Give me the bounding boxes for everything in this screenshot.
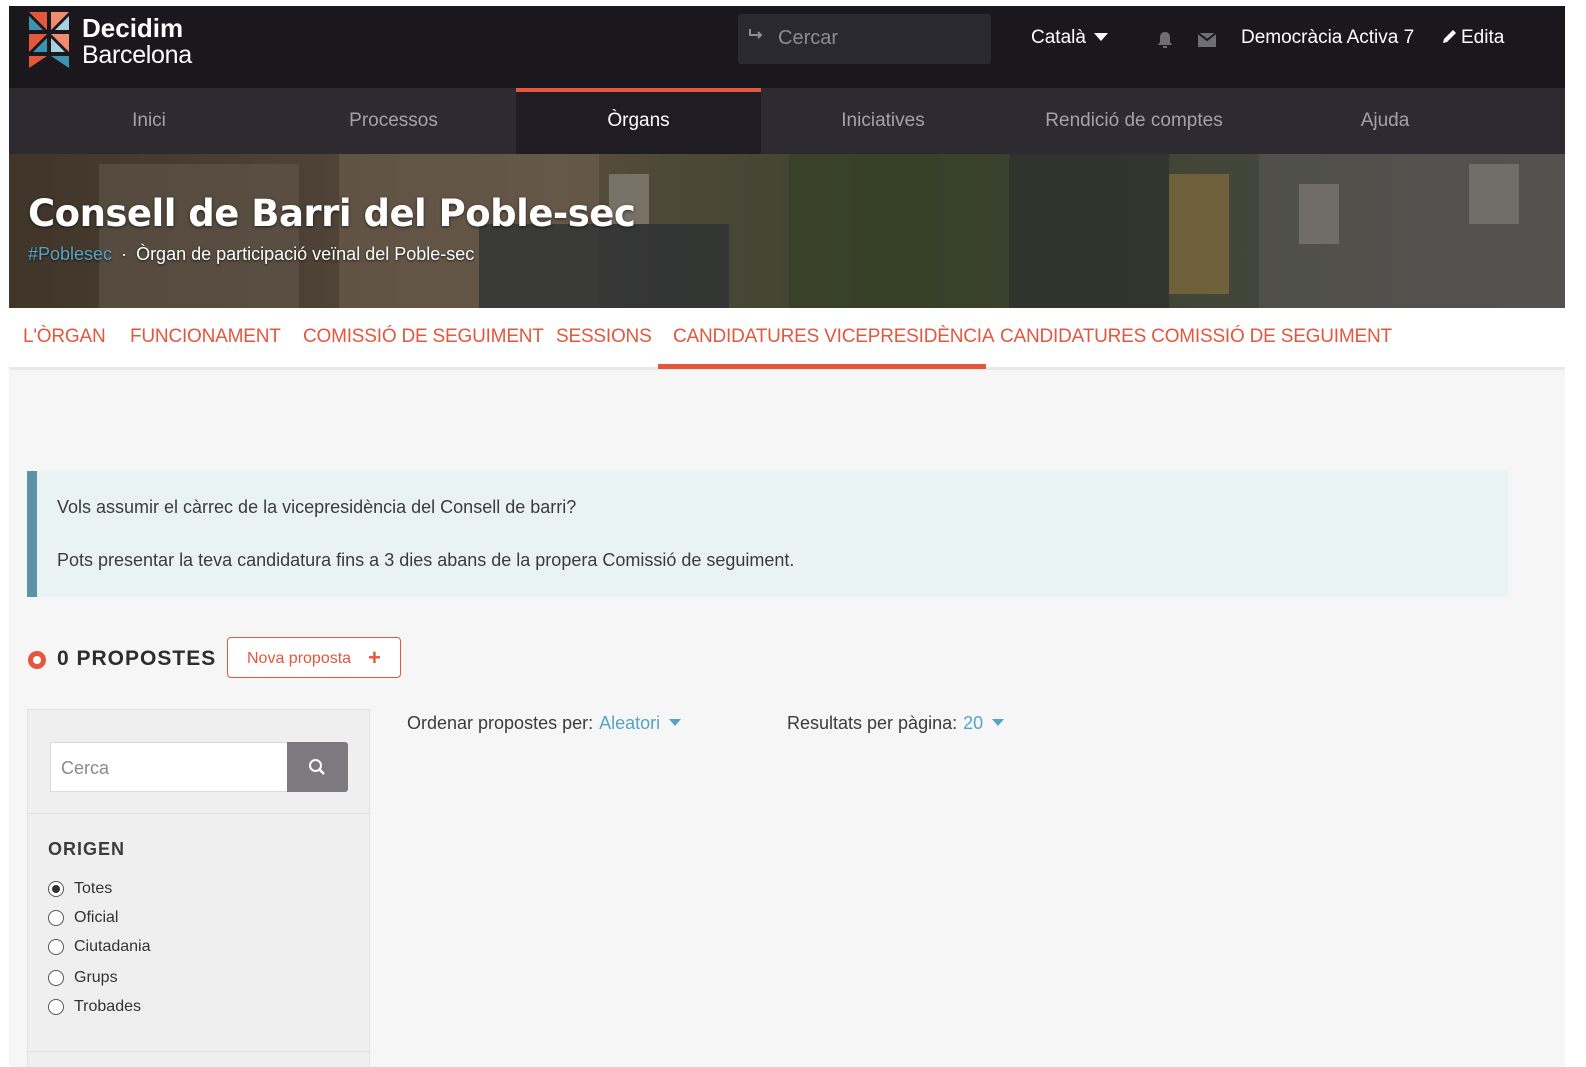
subtitle-text: Òrgan de participació veïnal del Poble-s… [136,244,475,264]
hashtag-link[interactable]: #Poblesec [28,244,112,264]
global-search-input[interactable]: Cercar [738,14,991,64]
radio-unchecked-icon [48,939,64,955]
origin-heading: ORIGEN [48,839,126,859]
tab-lorgan[interactable]: L'ÒRGAN [23,326,106,348]
edit-label: Edita [1461,27,1505,48]
user-menu[interactable]: Democràcia Activa 7 [1241,27,1414,49]
filter-search-input[interactable]: Cerca [50,742,288,792]
radio-unchecked-icon [48,910,64,926]
new-proposal-button[interactable]: Nova proposta + [227,637,401,678]
order-label: Ordenar propostes per: [407,713,594,733]
edit-link[interactable]: Edita [1441,27,1504,49]
callout-line1: Vols assumir el càrrec de la vicepresidè… [57,497,577,517]
hero-subtitle: #Poblesec · Òrgan de participació veïnal d… [28,244,474,265]
chevron-down-icon[interactable] [992,719,1005,726]
page: Decidim Barcelona Cercar Català Democràc… [9,6,1565,1067]
radio-checked-icon [48,881,64,897]
radio-unchecked-icon [48,970,64,986]
filter-divider [28,1051,369,1052]
origin-option-label: Trobades [74,998,141,1015]
main-navigation: Inici Processos Òrgans Iniciatives Rendi… [9,88,1565,154]
process-navigation: L'ÒRGAN FUNCIONAMENT COMISSIÓ DE SEGUIME… [9,308,1565,370]
separator-dot: · [121,244,128,264]
results-label: Resultats per pàgina: [787,713,958,733]
plus-icon: + [368,645,381,670]
chevron-down-icon [1093,33,1108,41]
radio-unchecked-icon [48,999,64,1015]
proposals-icon [28,651,46,669]
global-search-placeholder: Cercar [778,27,839,49]
tab-sessions[interactable]: SESSIONS [556,326,652,348]
tab-comissio-de-seguiment[interactable]: COMISSIÓ DE SEGUIMENT [303,326,544,348]
origin-option-label: Totes [74,880,113,897]
callout-line2: Pots presentar la teva candidatura fins … [57,550,795,570]
brand-line2: Barcelona [82,41,192,69]
nav-item-rendicio-de-comptes[interactable]: Rendició de comptes [1005,88,1263,154]
new-proposal-label: Nova proposta [247,650,352,667]
search-arrow-icon [749,29,763,39]
brand-line1: Decidim [82,13,184,43]
top-header: Decidim Barcelona Cercar Català Democràc… [9,6,1565,88]
filter-search-button[interactable] [287,742,348,792]
filter-search-placeholder: Cerca [61,758,110,778]
nav-item-iniciatives[interactable]: Iniciatives [761,88,1005,154]
mail-icon[interactable] [1198,33,1216,47]
order-value-dropdown[interactable]: Aleatori [599,713,660,733]
brand-name[interactable]: Decidim Barcelona [82,15,192,69]
order-selector: Ordenar propostes per: Aleatori [407,713,682,734]
filters-sidebar: Cerca ORIGEN Totes Oficial Ciutadania Gr… [27,709,370,1067]
pencil-icon [1443,30,1456,43]
decidim-logo-icon[interactable] [27,10,71,68]
nav-item-ajuda[interactable]: Ajuda [1263,88,1507,154]
origin-option-label: Grups [74,969,118,986]
page-title: Consell de Barri del Poble-sec [28,192,636,235]
search-icon [309,759,325,775]
tab-candidatures-vicepresidencia[interactable]: CANDIDATURES VICEPRESIDÈNCIA [673,326,995,348]
nav-item-processos[interactable]: Processos [271,88,516,154]
origin-option-label: Ciutadania [74,938,151,955]
info-callout: Vols assumir el càrrec de la vicepresidè… [27,471,1508,597]
origin-option-label: Oficial [74,909,119,926]
active-tab-indicator [658,364,986,369]
language-label: Català [1031,27,1086,48]
hero-banner: Consell de Barri del Poble-sec #Poblesec… [9,154,1565,308]
chevron-down-icon[interactable] [669,719,682,726]
filter-divider [28,813,369,814]
bell-icon[interactable] [1156,31,1174,49]
results-per-page-selector: Resultats per pàgina: 20 [787,713,1005,734]
proposals-count: 0 PROPOSTES [57,647,217,670]
language-selector[interactable]: Català [1031,27,1108,49]
tab-funcionament[interactable]: FUNCIONAMENT [130,326,281,348]
nav-item-organs[interactable]: Òrgans [516,88,761,154]
results-value-dropdown[interactable]: 20 [963,713,983,733]
tab-candidatures-comissio-de-seguiment[interactable]: CANDIDATURES COMISSIÓ DE SEGUIMENT [1000,326,1392,348]
nav-item-inici[interactable]: Inici [27,88,271,154]
